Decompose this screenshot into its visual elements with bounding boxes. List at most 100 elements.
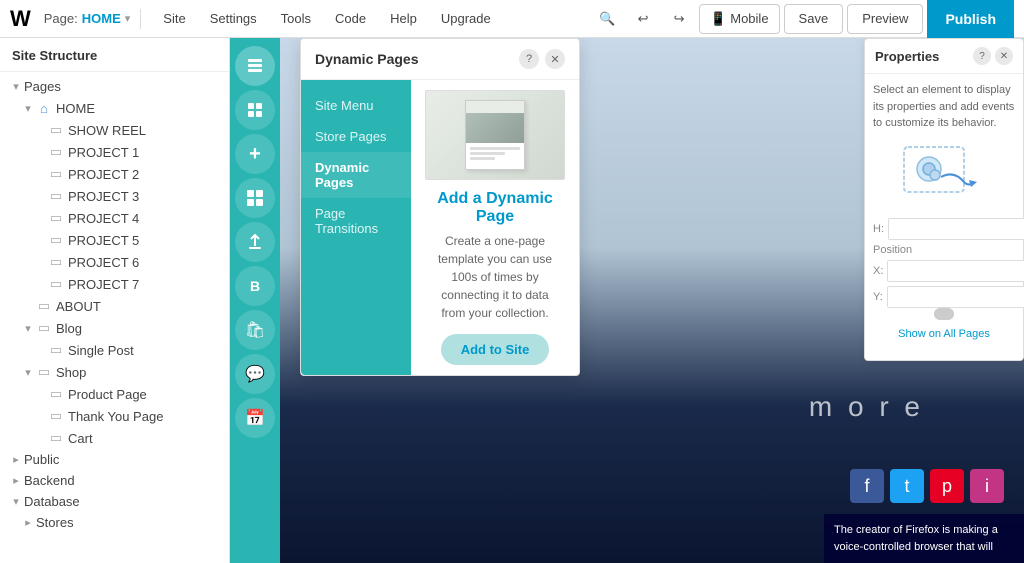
props-help-icon[interactable]: ? <box>973 47 991 65</box>
h-label: H: <box>873 223 884 235</box>
tool-chat-btn[interactable]: 💬 <box>235 354 275 394</box>
mobile-button[interactable]: 📱 Mobile <box>699 4 779 34</box>
modal-body-text: Add a Dynamic Page Create a one-page tem… <box>421 190 569 365</box>
backend-label: Backend <box>24 473 75 488</box>
sidebar-item-project1[interactable]: ▭ PROJECT 1 <box>0 141 229 163</box>
public-toggle-icon[interactable]: ▸ <box>8 453 24 466</box>
shop-icon: ▭ <box>36 364 52 380</box>
modal-preview-page <box>465 100 525 170</box>
modal-help-icon[interactable]: ? <box>519 49 539 69</box>
sidebar-item-project3[interactable]: ▭ PROJECT 3 <box>0 185 229 207</box>
modal-preview-inner <box>426 91 564 179</box>
sidebar-item-singlepost[interactable]: ▭ Single Post <box>0 339 229 361</box>
sidebar-item-about[interactable]: ▭ ABOUT <box>0 295 229 317</box>
p3-icon: ▭ <box>48 188 64 204</box>
tool-pages-btn[interactable] <box>235 46 275 86</box>
preview-button[interactable]: Preview <box>847 4 923 34</box>
modal-close-icon[interactable]: ✕ <box>545 49 565 69</box>
sidebar-item-shop[interactable]: ▾ ▭ Shop <box>0 361 229 383</box>
tool-calendar-btn[interactable]: 📅 <box>235 398 275 438</box>
database-toggle-icon[interactable]: ▾ <box>8 495 24 508</box>
backend-toggle-icon[interactable]: ▸ <box>8 474 24 487</box>
sidebar: Site Structure ▾ Pages ▾ ⌂ HOME ▭ SHOW R… <box>0 38 230 563</box>
save-button[interactable]: Save <box>784 4 844 34</box>
pinterest-icon[interactable]: p <box>930 469 964 503</box>
properties-illustration <box>873 140 1015 210</box>
modal-menu-transitions[interactable]: Page Transitions <box>301 198 411 244</box>
modal-add-to-site-button[interactable]: Add to Site <box>441 334 550 365</box>
nav-upgrade[interactable]: Upgrade <box>429 0 503 38</box>
y-input[interactable] <box>887 286 1024 308</box>
top-divider <box>140 9 141 29</box>
modal-menu-sitemenu[interactable]: Site Menu <box>301 90 411 121</box>
preview-line-1 <box>470 147 520 150</box>
properties-title: Properties <box>875 49 939 64</box>
sidebar-item-thankyou[interactable]: ▭ Thank You Page <box>0 405 229 427</box>
shop-label: Shop <box>56 365 86 380</box>
modal-preview-image <box>425 90 565 180</box>
shop-toggle-icon[interactable]: ▾ <box>20 366 36 379</box>
properties-body: Select an element to display its propert… <box>865 74 1023 352</box>
page-name-link[interactable]: HOME <box>82 11 121 26</box>
search-icon[interactable]: 🔍 <box>591 3 623 35</box>
properties-panel: Properties ? ✕ Select an element to disp… <box>864 38 1024 361</box>
p6-label: PROJECT 6 <box>68 255 139 270</box>
sidebar-item-project7[interactable]: ▭ PROJECT 7 <box>0 273 229 295</box>
sidebar-section-database[interactable]: ▾ Database <box>0 491 229 512</box>
redo-icon[interactable]: ↪ <box>663 3 695 35</box>
sidebar-item-home[interactable]: ▾ ⌂ HOME <box>0 97 229 119</box>
publish-button[interactable]: Publish <box>927 0 1014 38</box>
sidebar-item-productpage[interactable]: ▭ Product Page <box>0 383 229 405</box>
x-input[interactable] <box>887 260 1024 282</box>
sidebar-section-public[interactable]: ▸ Public <box>0 449 229 470</box>
h-input[interactable] <box>888 218 1024 240</box>
about-label: ABOUT <box>56 299 101 314</box>
preview-line-2 <box>470 152 505 155</box>
tool-elements-btn[interactable] <box>235 90 275 130</box>
tool-background-btn[interactable]: B <box>235 266 275 306</box>
tool-store-btn[interactable]: 🛍 <box>235 310 275 350</box>
sidebar-item-cart[interactable]: ▭ Cart <box>0 427 229 449</box>
pp-icon: ▭ <box>48 386 64 402</box>
sidebar-item-project4[interactable]: ▭ PROJECT 4 <box>0 207 229 229</box>
props-close-icon[interactable]: ✕ <box>995 47 1013 65</box>
blog-toggle-icon[interactable]: ▾ <box>20 322 36 335</box>
modal-menu-dynamicpages[interactable]: Dynamic Pages <box>301 152 411 198</box>
tool-upload-btn[interactable] <box>235 222 275 262</box>
nav-tools[interactable]: Tools <box>269 0 323 38</box>
nav-settings[interactable]: Settings <box>198 0 269 38</box>
tool-media-btn[interactable] <box>235 178 275 218</box>
canvas-social-icons: f t p i <box>850 469 1004 503</box>
twitter-icon[interactable]: t <box>890 469 924 503</box>
tool-add-btn[interactable]: + <box>235 134 275 174</box>
home-label: HOME <box>56 101 95 116</box>
show-all-pages-label[interactable]: Show on All Pages <box>873 324 1015 344</box>
facebook-icon[interactable]: f <box>850 469 884 503</box>
sidebar-item-stores[interactable]: ▸ Stores <box>0 512 229 533</box>
sidebar-section-pages[interactable]: ▾ Pages <box>0 76 229 97</box>
pages-toggle-icon[interactable]: ▾ <box>8 80 24 93</box>
properties-fields: H: Position X: Y: <box>873 218 1015 308</box>
page-label: Page: <box>44 11 78 26</box>
p2-label: PROJECT 2 <box>68 167 139 182</box>
modal-header-actions: ? ✕ <box>519 49 565 69</box>
undo-icon[interactable]: ↩ <box>627 3 659 35</box>
modal-menu-storepages[interactable]: Store Pages <box>301 121 411 152</box>
page-chevron-icon[interactable]: ▾ <box>125 12 131 25</box>
sidebar-section-backend[interactable]: ▸ Backend <box>0 470 229 491</box>
sp-icon: ▭ <box>48 342 64 358</box>
nav-site[interactable]: Site <box>151 0 197 38</box>
sidebar-item-project6[interactable]: ▭ PROJECT 6 <box>0 251 229 273</box>
home-toggle-icon[interactable]: ▾ <box>20 102 36 115</box>
blog-label: Blog <box>56 321 82 336</box>
instagram-icon[interactable]: i <box>970 469 1004 503</box>
sidebar-item-project5[interactable]: ▭ PROJECT 5 <box>0 229 229 251</box>
sidebar-item-blog[interactable]: ▾ ▭ Blog <box>0 317 229 339</box>
modal-description: Create a one-page template you can use 1… <box>429 232 561 322</box>
sidebar-item-project2[interactable]: ▭ PROJECT 2 <box>0 163 229 185</box>
sidebar-item-showreel[interactable]: ▭ SHOW REEL <box>0 119 229 141</box>
show-all-pages-toggle[interactable] <box>934 308 954 320</box>
stores-toggle-icon[interactable]: ▸ <box>20 516 36 529</box>
nav-code[interactable]: Code <box>323 0 378 38</box>
nav-help[interactable]: Help <box>378 0 429 38</box>
